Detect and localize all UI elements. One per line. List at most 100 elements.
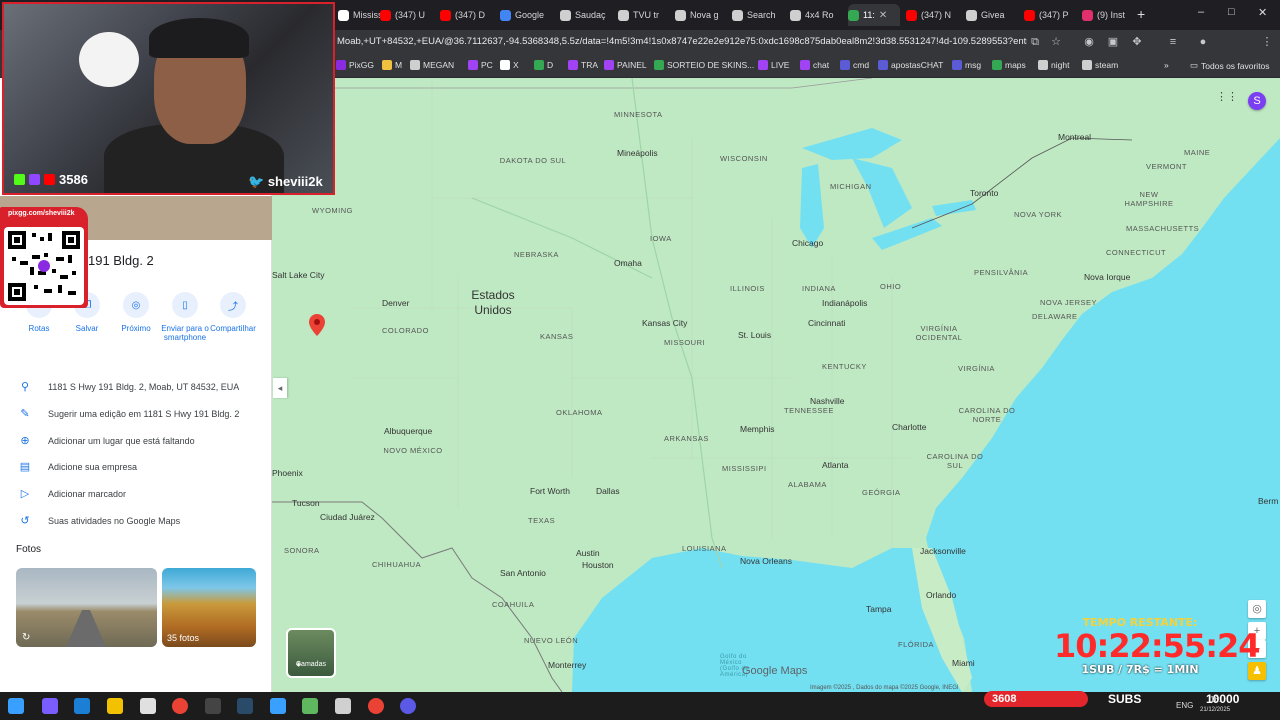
city-label[interactable]: Chicago — [792, 238, 823, 248]
bookmark-item[interactable]: chat — [800, 60, 829, 70]
bookmark-item[interactable]: MEGAN — [410, 60, 454, 70]
city-label[interactable]: Toronto — [970, 188, 998, 198]
chrome-icon[interactable] — [172, 698, 188, 714]
chrome-icon[interactable] — [368, 698, 384, 714]
city-label[interactable]: Albuquerque — [384, 426, 432, 436]
maximize-icon[interactable]: □ — [1228, 6, 1235, 18]
city-label[interactable]: Salt Lake City — [272, 270, 324, 280]
city-label[interactable]: Memphis — [740, 424, 774, 434]
suggest-edit-row[interactable]: ✎ Sugerir uma edição em 1181 S Hwy 191 Bl… — [18, 407, 239, 420]
photo-thumbnail-street[interactable]: ↻ — [16, 568, 157, 647]
city-label[interactable]: San Antonio — [500, 568, 546, 578]
add-place-row[interactable]: ⊕ Adicionar um lugar que está faltando — [18, 434, 194, 447]
city-label[interactable]: Omaha — [614, 258, 642, 268]
city-label[interactable]: Kansas City — [642, 318, 687, 328]
city-label[interactable]: Nova Orleans — [740, 556, 792, 566]
tab-8[interactable]: 4x4 Ro — [790, 4, 842, 26]
address-row[interactable]: ⚲ 1181 S Hwy 191 Bldg. 2, Moab, UT 84532,… — [18, 380, 239, 393]
app-icon[interactable] — [302, 698, 318, 714]
bookmark-item[interactable]: SORTEIO DE SKINS... — [654, 60, 754, 70]
collapse-panel-button[interactable]: ◂ — [273, 378, 287, 398]
add-label-row[interactable]: ▷ Adicionar marcador — [18, 487, 126, 500]
tab-6[interactable]: Nova g — [675, 4, 727, 26]
app-icon[interactable] — [205, 698, 221, 714]
bookmark-item[interactable]: msg — [952, 60, 981, 70]
city-label[interactable]: Phoenix — [272, 468, 303, 478]
city-label[interactable]: St. Louis — [738, 330, 771, 340]
google-apps-icon[interactable]: ⋮⋮ — [1216, 88, 1238, 106]
city-label[interactable]: Montreal — [1058, 132, 1091, 142]
edge-icon[interactable] — [74, 698, 90, 714]
extension-icon[interactable]: ▣ — [1106, 35, 1120, 49]
bookmark-item[interactable]: PAINEL — [604, 60, 647, 70]
city-label[interactable]: Tucson — [292, 498, 320, 508]
store-icon[interactable] — [140, 698, 156, 714]
city-label[interactable]: Cincinnati — [808, 318, 845, 328]
bookmark-item[interactable]: apostasCHAT — [878, 60, 943, 70]
city-label[interactable]: Fort Worth — [530, 486, 570, 496]
city-label[interactable]: Austin — [576, 548, 600, 558]
city-label[interactable]: Berm — [1258, 496, 1278, 506]
city-label[interactable]: Indianápolis — [822, 298, 867, 308]
city-label[interactable]: Nova Iorque — [1084, 272, 1130, 282]
map-canvas[interactable]: MINNESOTA WISCONSIN MICHIGAN DAKOTA DO SUL W… — [272, 78, 1280, 692]
send-to-phone-button[interactable]: ▯ Enviar para o smartphone — [159, 292, 211, 342]
location-pin-icon[interactable] — [309, 314, 325, 336]
extension-icon[interactable]: ◉ — [1082, 35, 1096, 49]
add-business-row[interactable]: ▤ Adicione sua empresa — [18, 460, 137, 473]
bookmark-item[interactable]: TRA — [568, 60, 598, 70]
close-window-icon[interactable]: ✕ — [1258, 6, 1267, 19]
tab-5[interactable]: TVU tr — [618, 4, 670, 26]
install-app-icon[interactable]: ⧉ — [1028, 35, 1042, 49]
city-label[interactable]: Charlotte — [892, 422, 927, 432]
new-tab-button[interactable]: + — [1137, 6, 1145, 22]
city-label[interactable]: Miami — [952, 658, 975, 668]
tray-date[interactable]: 21/12/2025 — [1200, 707, 1230, 713]
tab-10[interactable]: (347) N — [906, 4, 958, 26]
extensions-puzzle-icon[interactable]: ✥ — [1130, 35, 1144, 49]
bookmark-item[interactable]: M — [382, 60, 402, 70]
tab-2[interactable]: (347) D — [440, 4, 492, 26]
app-icon[interactable] — [270, 698, 286, 714]
tab-3[interactable]: Google — [500, 4, 552, 26]
tab-1[interactable]: (347) U — [380, 4, 432, 26]
bookmark-item[interactable]: PixGG — [336, 60, 374, 70]
activity-row[interactable]: ↺ Suas atividades no Google Maps — [18, 514, 180, 527]
account-avatar[interactable]: S — [1248, 92, 1266, 110]
nearby-button[interactable]: ◎ Próximo — [111, 292, 161, 333]
bookmark-item[interactable]: D — [534, 60, 553, 70]
bookmark-item[interactable]: steam — [1082, 60, 1118, 70]
tab-9[interactable]: 11: ✕ — [848, 4, 900, 26]
file-explorer-icon[interactable] — [107, 698, 123, 714]
profile-avatar-icon[interactable]: ● — [1196, 35, 1210, 49]
bookmark-item[interactable]: PC — [468, 60, 493, 70]
all-bookmarks-folder[interactable]: ▭ Todos os favoritos — [1190, 60, 1270, 71]
layers-button[interactable]: ◈ Camadas — [286, 628, 336, 678]
steam-icon[interactable] — [237, 698, 253, 714]
bookmark-item[interactable]: X — [500, 60, 519, 70]
bookmark-star-icon[interactable]: ☆ — [1049, 35, 1063, 49]
city-label[interactable]: Ciudad Juárez — [320, 512, 375, 522]
city-label[interactable]: Orlando — [926, 590, 956, 600]
city-label[interactable]: Nashville — [810, 396, 845, 406]
bookmark-item[interactable]: cmd — [840, 60, 869, 70]
reading-list-icon[interactable]: ≡ — [1166, 35, 1180, 49]
my-location-icon[interactable]: ◎ — [1248, 600, 1266, 618]
city-label[interactable]: Monterrey — [548, 660, 586, 670]
share-button[interactable]: ⤴ Compartilhar — [208, 292, 258, 333]
tab-11[interactable]: Givea — [966, 4, 1018, 26]
city-label[interactable]: Houston — [582, 560, 614, 570]
city-label[interactable]: Jacksonville — [920, 546, 966, 556]
url-field[interactable]: Moab,+UT+84532,+EUA/@36.7112637,-94.5368… — [337, 36, 1027, 47]
city-label[interactable]: Mineápolis — [617, 148, 658, 158]
tab-4[interactable]: Saudaç — [560, 4, 612, 26]
app-icon[interactable] — [400, 698, 416, 714]
city-label[interactable]: Dallas — [596, 486, 620, 496]
app-icon[interactable] — [42, 698, 58, 714]
close-tab-icon[interactable]: ✕ — [879, 10, 887, 21]
city-label[interactable]: Atlanta — [822, 460, 848, 470]
tab-12[interactable]: (347) P — [1024, 4, 1076, 26]
bookmark-item[interactable]: maps — [992, 60, 1026, 70]
tab-7[interactable]: Search — [732, 4, 784, 26]
city-label[interactable]: Tampa — [866, 604, 892, 614]
